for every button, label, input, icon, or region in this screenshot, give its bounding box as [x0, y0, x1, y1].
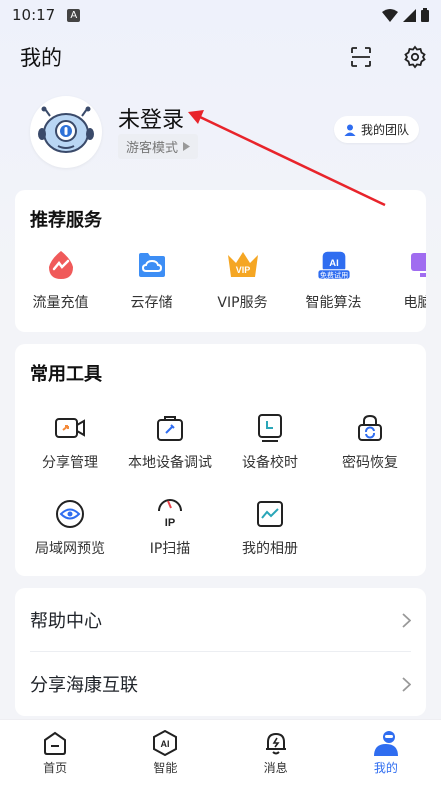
- gear-icon: [404, 45, 426, 69]
- nav-home-label: 首页: [43, 760, 68, 775]
- share-camera-icon: [55, 418, 85, 438]
- bottom-nav: 首页 AI 智能 消息 我的: [0, 719, 441, 785]
- recommended-list: 流量充值 云存储 VIP VIP服务 AI 免费试用 智能算法 电脑: [15, 248, 426, 318]
- help-center-row[interactable]: 帮助中心: [30, 588, 411, 652]
- data-topup-label: 流量充值: [32, 295, 89, 311]
- lan-preview-label: 局域网预览: [35, 541, 105, 557]
- share-app-row[interactable]: 分享海康互联: [30, 652, 411, 716]
- caret-right-icon: [183, 142, 191, 151]
- status-time: 10:17: [12, 6, 56, 24]
- profile-section: 未登录 游客模式 我的团队: [30, 96, 429, 168]
- share-management-item[interactable]: 分享管理: [20, 412, 120, 472]
- ip-scan-item[interactable]: IP IP扫描: [120, 498, 220, 558]
- local-device-debug-label: 本地设备调试: [128, 455, 212, 471]
- avatar[interactable]: [30, 96, 102, 168]
- tools-grid: 分享管理 本地设备调试 设备校时 密码恢复 局域网预览 IP IP扫描 我的相册: [20, 412, 420, 558]
- svg-text:AI: AI: [329, 258, 338, 269]
- vip-service-label: VIP服务: [217, 295, 268, 311]
- ai-algorithm-icon: AI 免费试用: [316, 251, 351, 280]
- ip-scan-icon: IP: [158, 499, 182, 529]
- cloud-storage-item[interactable]: 云存储: [106, 248, 197, 318]
- lan-preview-icon: [56, 500, 84, 528]
- time-sync-item[interactable]: 设备校时: [220, 412, 320, 472]
- pc-client-label: 电脑客: [403, 295, 427, 311]
- robot-avatar-icon: [38, 106, 94, 153]
- cloud-storage-icon: [138, 253, 165, 277]
- tools-title: 常用工具: [30, 364, 102, 385]
- username[interactable]: 未登录: [118, 102, 184, 134]
- nav-messages[interactable]: 消息: [221, 720, 331, 785]
- home-icon: [44, 731, 67, 755]
- pc-client-item[interactable]: 电脑客: [379, 248, 426, 318]
- links-card: 帮助中心 分享海康互联: [15, 588, 426, 716]
- nav-messages-label: 消息: [263, 760, 288, 775]
- notification-badge: A: [67, 8, 81, 22]
- recommended-title: 推荐服务: [30, 210, 102, 231]
- header: 我的: [20, 40, 429, 74]
- chevron-right-icon: [402, 676, 411, 692]
- nav-ai-label: 智能: [153, 760, 178, 775]
- free-trial-badge: 免费试用: [319, 270, 347, 279]
- recommended-services-card: 推荐服务 流量充值 云存储 VIP VIP服务 AI 免费试用 智能算法 电脑: [15, 190, 426, 332]
- svg-text:AI: AI: [161, 739, 170, 749]
- password-recovery-icon: [358, 414, 382, 441]
- time-sync-label: 设备校时: [242, 455, 298, 471]
- battery-icon: [421, 8, 429, 22]
- ai-algorithm-label: 智能算法: [305, 295, 362, 311]
- data-topup-icon: [48, 251, 73, 279]
- my-team-button[interactable]: 我的团队: [333, 116, 419, 143]
- vip-crown-icon: VIP: [227, 252, 258, 277]
- help-center-label: 帮助中心: [30, 611, 102, 632]
- common-tools-card: 常用工具 分享管理 本地设备调试 设备校时 密码恢复 局域网预览 IP IP扫描…: [15, 344, 426, 576]
- guest-mode-chip[interactable]: 游客模式: [118, 134, 199, 159]
- nav-home[interactable]: 首页: [0, 720, 110, 785]
- password-recovery-item[interactable]: 密码恢复: [320, 412, 420, 472]
- page-title: 我的: [20, 46, 62, 70]
- settings-button[interactable]: [401, 43, 429, 71]
- user-icon: [373, 730, 398, 756]
- nav-mine-label: 我的: [373, 760, 398, 775]
- album-icon: [257, 501, 283, 527]
- cloud-storage-label: 云存储: [130, 295, 173, 311]
- lan-preview-item[interactable]: 局域网预览: [20, 498, 120, 558]
- nav-mine[interactable]: 我的: [331, 720, 441, 785]
- share-management-label: 分享管理: [42, 455, 98, 471]
- signal-icon: [403, 8, 416, 22]
- bell-icon: [265, 732, 286, 754]
- scan-icon: [351, 47, 371, 67]
- pc-client-icon: [410, 253, 426, 277]
- vip-service-item[interactable]: VIP VIP服务: [197, 248, 288, 318]
- wifi-icon: [382, 8, 398, 22]
- status-bar: 10:17 A: [0, 0, 441, 30]
- password-recovery-label: 密码恢复: [342, 455, 398, 471]
- local-device-debug-item[interactable]: 本地设备调试: [120, 412, 220, 472]
- share-app-label: 分享海康互联: [30, 675, 138, 696]
- person-icon: [344, 124, 356, 136]
- ai-algorithm-item[interactable]: AI 免费试用 智能算法: [288, 248, 379, 318]
- status-icons: [382, 8, 429, 22]
- time-sync-icon: [258, 414, 282, 442]
- data-topup-item[interactable]: 流量充值: [15, 248, 106, 318]
- scan-button[interactable]: [347, 43, 375, 71]
- my-album-item[interactable]: 我的相册: [220, 498, 320, 558]
- guest-mode-label: 游客模式: [126, 141, 179, 156]
- ai-icon: AI: [153, 729, 178, 756]
- my-album-label: 我的相册: [242, 541, 298, 557]
- svg-text:IP: IP: [165, 517, 175, 529]
- ip-scan-label: IP扫描: [149, 541, 191, 557]
- chevron-right-icon: [402, 612, 411, 628]
- my-team-label: 我的团队: [360, 123, 409, 137]
- nav-ai[interactable]: AI 智能: [110, 720, 220, 785]
- device-debug-icon: [157, 416, 183, 441]
- svg-text:VIP: VIP: [235, 265, 250, 275]
